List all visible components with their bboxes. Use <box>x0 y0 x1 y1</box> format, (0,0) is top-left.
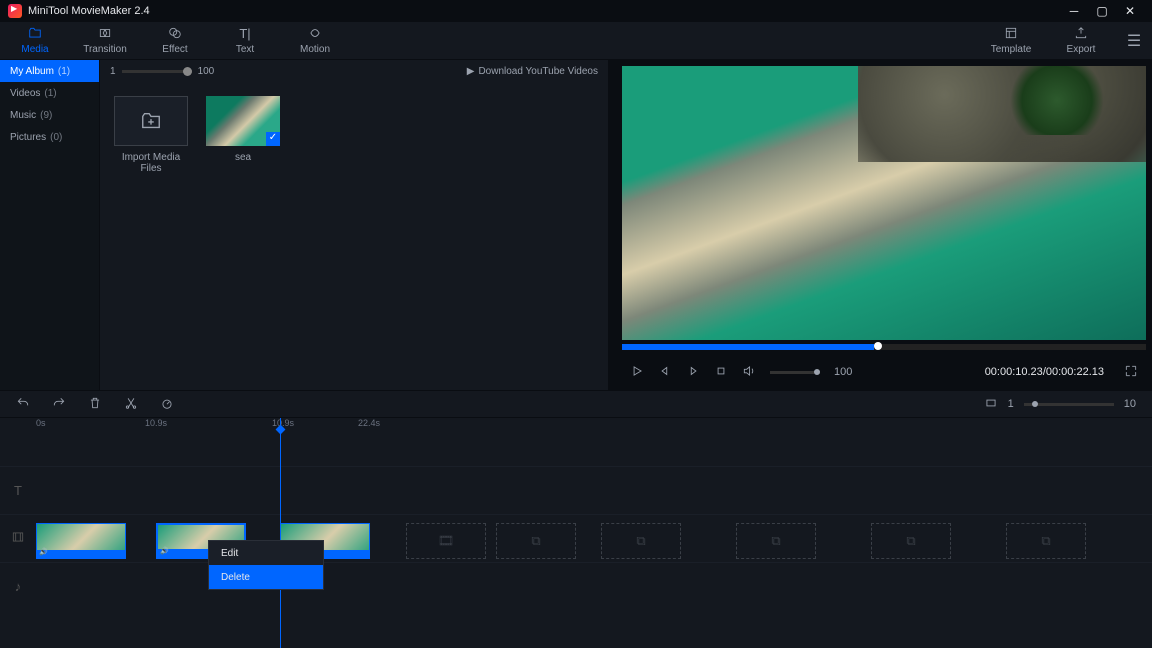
play-button[interactable] <box>630 364 644 381</box>
volume-slider[interactable] <box>770 371 820 374</box>
menu-button[interactable]: ☰ <box>1116 31 1152 51</box>
speed-button[interactable] <box>160 396 174 413</box>
undo-button[interactable] <box>16 396 30 413</box>
tab-motion[interactable]: Motion <box>280 22 350 60</box>
volume-value: 100 <box>834 366 852 378</box>
drop-slot[interactable]: ⧉ <box>871 523 951 559</box>
thumb-zoom-max: 100 <box>198 66 215 77</box>
export-icon <box>1074 26 1088 42</box>
timeline-clip-1[interactable] <box>36 523 126 559</box>
panel-divider[interactable] <box>608 60 616 390</box>
time-ruler[interactable]: 0s 10.9s 10.9s 22.4s <box>0 418 1152 438</box>
time-display: 00:00:10.23/00:00:22.13 <box>985 366 1104 378</box>
redo-button[interactable] <box>52 396 66 413</box>
drop-slot[interactable]: ⧉ <box>601 523 681 559</box>
album-my-album[interactable]: My Album(1) <box>0 60 99 82</box>
context-menu-delete[interactable]: Delete <box>209 565 323 589</box>
link-icon: ⧉ <box>531 533 540 549</box>
clip-thumbnail <box>206 96 280 146</box>
fullscreen-button[interactable] <box>1124 364 1138 381</box>
tab-media[interactable]: Media <box>0 22 70 60</box>
maximize-button[interactable]: ▢ <box>1088 4 1116 18</box>
next-frame-button[interactable] <box>686 364 700 381</box>
transition-icon <box>98 26 112 42</box>
main-toolbar: Media Transition Effect T| Text Motion T… <box>0 22 1152 60</box>
template-icon <box>1004 26 1018 42</box>
drop-slot[interactable]: ⧉ <box>496 523 576 559</box>
link-icon: ⧉ <box>906 533 915 549</box>
app-logo-icon <box>8 4 22 18</box>
album-sidebar: My Album(1) Videos(1) Music(9) Pictures(… <box>0 60 100 390</box>
album-music[interactable]: Music(9) <box>0 104 99 126</box>
album-pictures[interactable]: Pictures(0) <box>0 126 99 148</box>
download-youtube-link[interactable]: ▶ Download YouTube Videos <box>467 66 598 77</box>
video-track-icon <box>0 530 36 547</box>
drop-slot[interactable]: ⧉ <box>736 523 816 559</box>
video-track[interactable]: 🎞 ⧉ ⧉ ⧉ ⧉ ⧉ <box>0 514 1152 562</box>
app-title: MiniTool MovieMaker 2.4 <box>28 5 1060 17</box>
stop-button[interactable] <box>714 364 728 381</box>
text-track-icon: T <box>0 483 36 498</box>
template-button[interactable]: Template <box>976 22 1046 60</box>
timeline-zoom-slider[interactable] <box>1024 403 1114 406</box>
folder-icon <box>28 26 42 42</box>
seek-bar[interactable] <box>622 344 1146 350</box>
text-track[interactable]: T <box>0 466 1152 514</box>
volume-icon[interactable] <box>742 364 756 381</box>
split-button[interactable] <box>124 396 138 413</box>
link-icon: ⧉ <box>771 533 780 549</box>
preview-canvas[interactable] <box>622 66 1146 340</box>
tl-zoom-max: 10 <box>1124 398 1136 410</box>
media-clip-sea[interactable]: sea <box>206 96 280 163</box>
import-folder-icon <box>114 96 188 146</box>
link-icon: ⧉ <box>1041 533 1050 549</box>
export-button[interactable]: Export <box>1046 22 1116 60</box>
title-bar: MiniTool MovieMaker 2.4 ─ ▢ ✕ <box>0 0 1152 22</box>
preview-panel: 100 00:00:10.23/00:00:22.13 <box>616 60 1152 390</box>
timeline-toolbar: 1 10 <box>0 390 1152 418</box>
tab-transition[interactable]: Transition <box>70 22 140 60</box>
audio-track[interactable]: ♪ <box>0 562 1152 610</box>
thumb-zoom-slider[interactable] <box>122 70 192 73</box>
media-panel: 1 100 ▶ Download YouTube Videos Import M… <box>100 60 608 390</box>
tab-effect[interactable]: Effect <box>140 22 210 60</box>
drop-slot[interactable]: 🎞 <box>406 523 486 559</box>
playhead[interactable] <box>280 418 281 648</box>
fit-button[interactable] <box>984 396 998 413</box>
youtube-icon: ▶ <box>467 66 475 77</box>
motion-icon <box>308 26 322 42</box>
drop-slot[interactable]: ⧉ <box>1006 523 1086 559</box>
prev-frame-button[interactable] <box>658 364 672 381</box>
text-icon: T| <box>239 26 250 42</box>
thumb-zoom-min: 1 <box>110 66 116 77</box>
close-button[interactable]: ✕ <box>1116 4 1144 18</box>
context-menu-edit[interactable]: Edit <box>209 541 323 565</box>
effect-icon <box>168 26 182 42</box>
tab-text[interactable]: T| Text <box>210 22 280 60</box>
import-media-tile[interactable]: Import Media Files <box>114 96 188 174</box>
audio-track-icon: ♪ <box>0 579 36 594</box>
context-menu: Edit Delete <box>208 540 324 590</box>
link-icon: ⧉ <box>636 533 645 549</box>
timeline: 0s 10.9s 10.9s 22.4s T 🎞 ⧉ ⧉ ⧉ ⧉ ⧉ ♪ <box>0 418 1152 648</box>
delete-button[interactable] <box>88 396 102 413</box>
album-videos[interactable]: Videos(1) <box>0 82 99 104</box>
tl-zoom-min: 1 <box>1008 398 1014 410</box>
film-icon: 🎞 <box>438 533 455 549</box>
minimize-button[interactable]: ─ <box>1060 4 1088 18</box>
